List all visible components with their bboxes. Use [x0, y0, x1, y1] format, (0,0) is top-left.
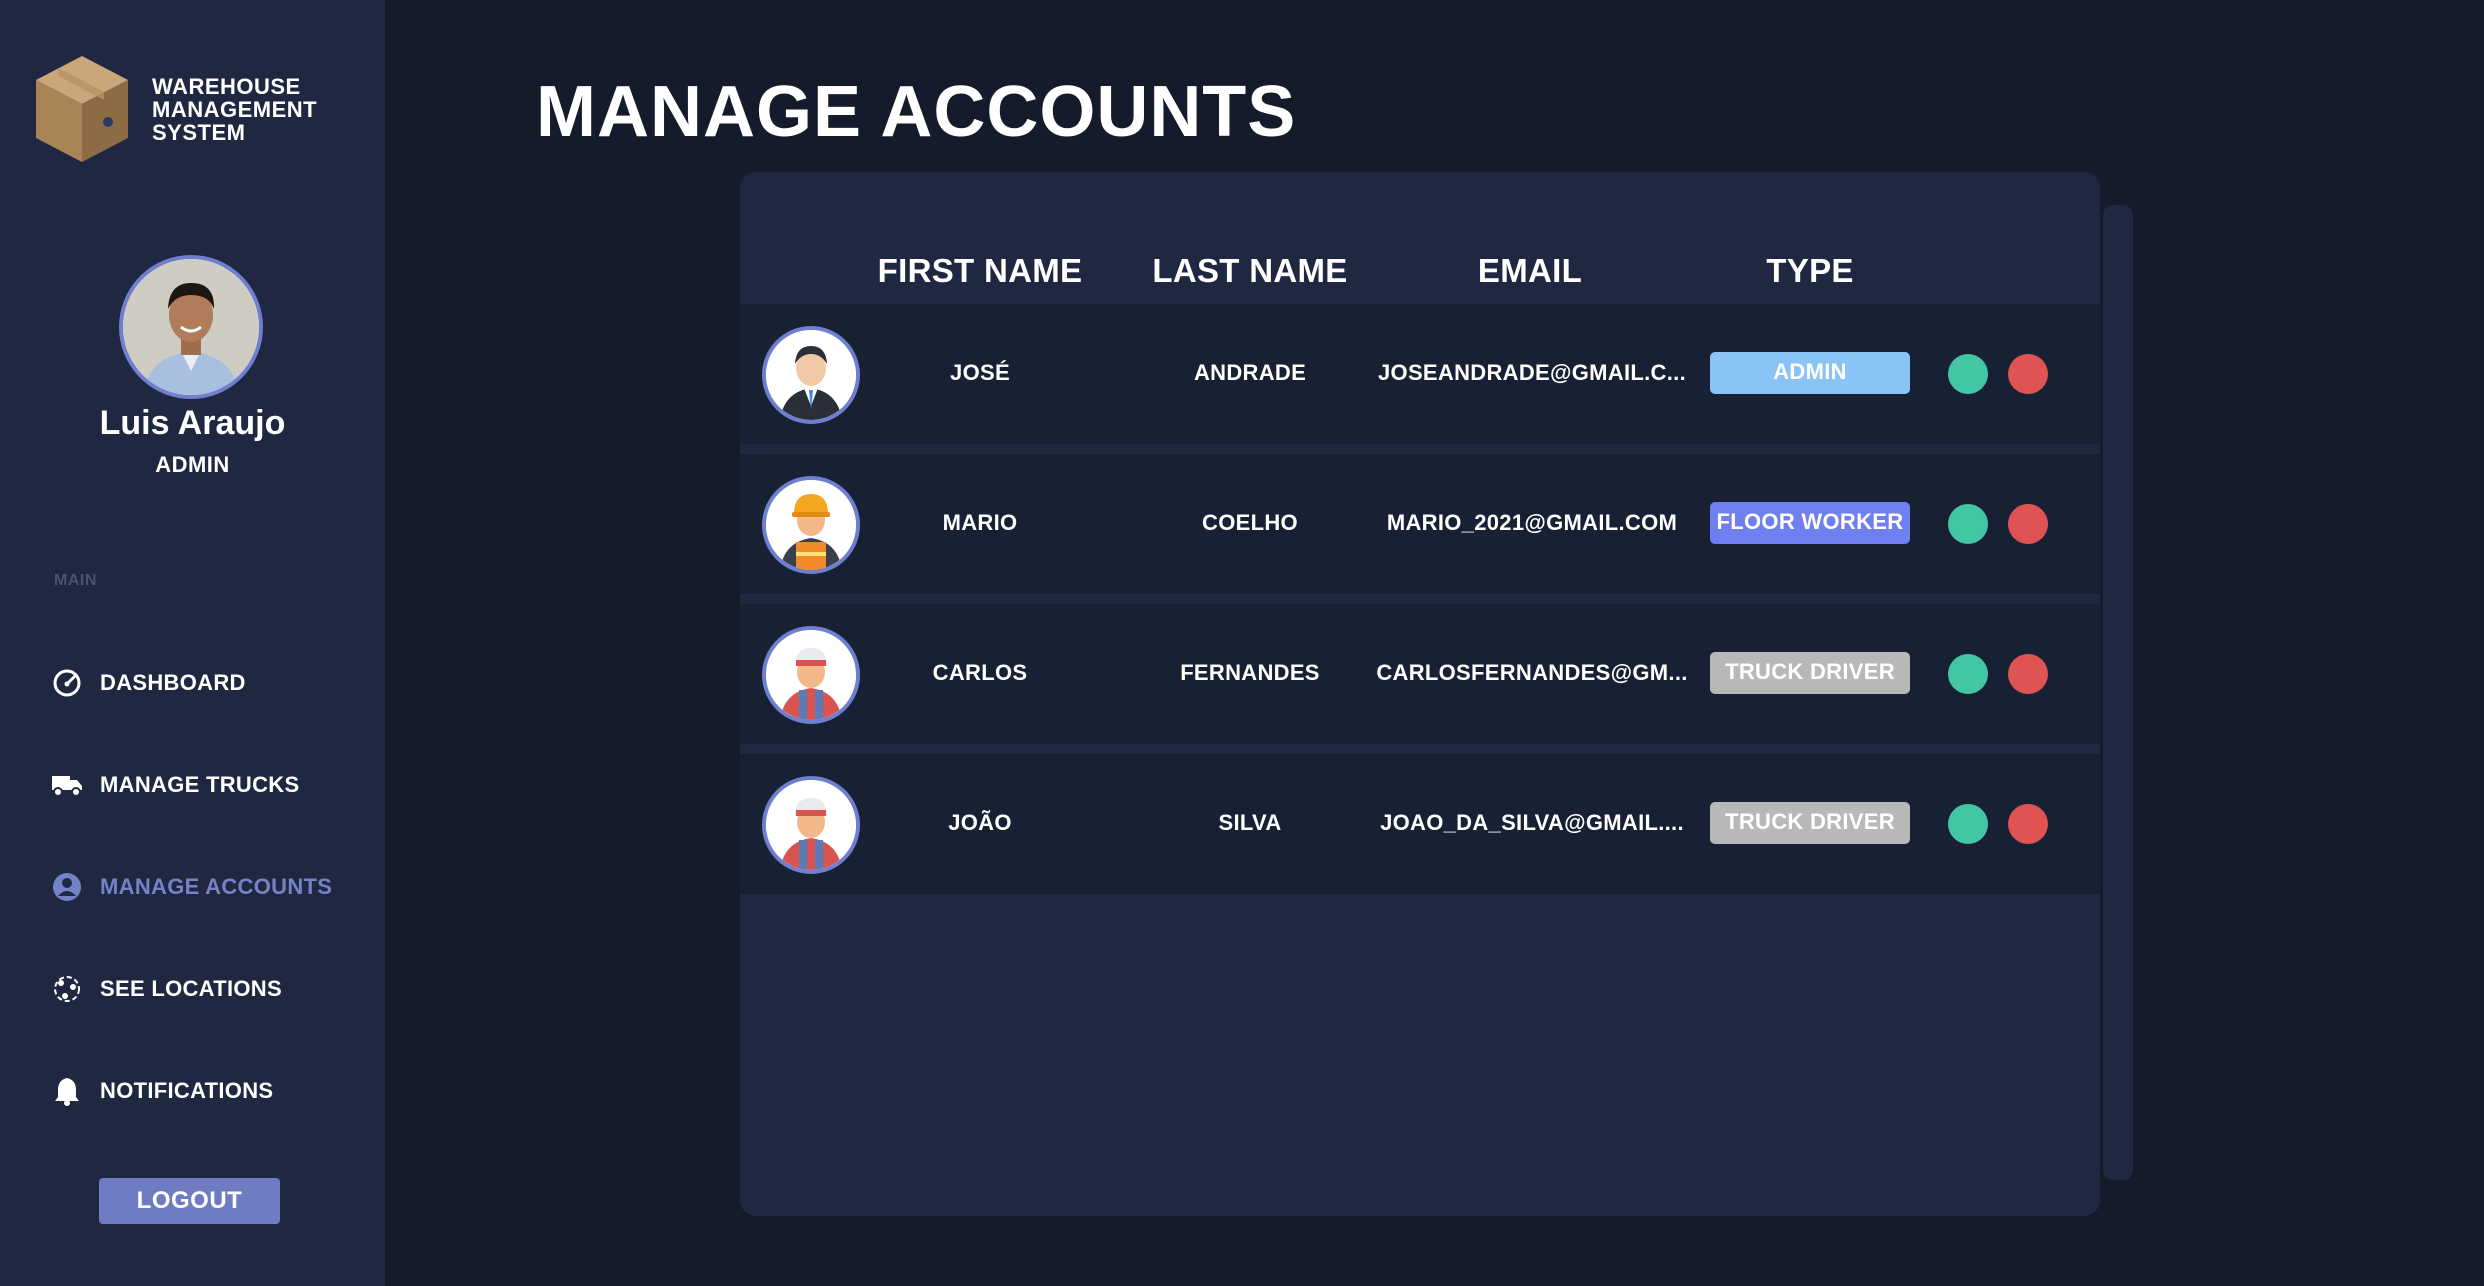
nav-section-label: MAIN [54, 572, 97, 589]
type-badge: TRUCK DRIVER [1710, 652, 1910, 694]
sidebar-item-manage-accounts[interactable]: MANAGE ACCOUNTS [50, 870, 332, 904]
delete-account-button[interactable] [2008, 804, 2048, 844]
edit-account-button[interactable] [1948, 804, 1988, 844]
edit-account-button[interactable] [1948, 504, 1988, 544]
last-name-cell: ANDRADE [1193, 360, 1307, 385]
truck-driver-avatar [762, 626, 860, 724]
profile-photo-image [123, 259, 259, 395]
profile-name: Luis Araujo [99, 404, 286, 442]
sidebar-item-label: SEE LOCATIONS [100, 976, 282, 1001]
first-name-cell: JOÃO [948, 810, 1012, 835]
table-row[interactable]: JOÃO SILVA JOAO_DA_SILVA@GMAIL.... TRUCK… [740, 754, 2100, 894]
sidebar-item-notifications[interactable]: NOTIFICATIONS [50, 1074, 273, 1108]
column-header-type[interactable]: TYPE [1700, 252, 1920, 290]
profile-role: ADMIN [155, 452, 230, 477]
first-name-cell: CARLOS [932, 660, 1028, 685]
construction-worker-avatar [762, 476, 860, 574]
sidebar: WAREHOUSE MANAGEMENT SYSTEM Luis Araujo … [0, 0, 385, 1286]
last-name-cell: SILVA [1218, 810, 1282, 835]
email-cell: JOAO_DA_SILVA@GMAIL.... [1380, 810, 1684, 835]
first-name-cell: JOSÉ [950, 360, 1010, 385]
table-row[interactable]: JOSÉ ANDRADE JOSEANDRADE@GMAIL.C... ADMI… [740, 304, 2100, 444]
email-cell: JOSEANDRADE@GMAIL.C... [1378, 360, 1686, 385]
edit-account-button[interactable] [1948, 654, 1988, 694]
email-cell: CARLOSFERNANDES@GM... [1376, 660, 1688, 685]
map-locations-icon [50, 972, 84, 1006]
type-badge: TRUCK DRIVER [1710, 802, 1910, 844]
first-name-cell: MARIO [942, 510, 1018, 535]
sidebar-item-manage-trucks[interactable]: MANAGE TRUCKS [50, 768, 299, 802]
column-header-last-name[interactable]: LAST NAME [1120, 252, 1380, 290]
bell-icon [50, 1074, 84, 1108]
brand-line-2: MANAGEMENT [152, 96, 318, 122]
truck-driver-avatar [762, 776, 860, 874]
brand[interactable]: WAREHOUSE MANAGEMENT SYSTEM [32, 54, 352, 164]
edit-account-button[interactable] [1948, 354, 1988, 394]
table-row[interactable]: MARIO COELHO MARIO_2021@GMAIL.COM FLOOR … [740, 454, 2100, 594]
sidebar-item-label: DASHBOARD [100, 670, 246, 695]
sidebar-item-label: MANAGE TRUCKS [100, 772, 300, 797]
page-title: MANAGE ACCOUNTS [536, 72, 1297, 152]
type-badge: FLOOR WORKER [1710, 502, 1910, 544]
sidebar-item-see-locations[interactable]: SEE LOCATIONS [50, 972, 282, 1006]
table-scrollbar[interactable] [2103, 205, 2133, 1180]
box-logo-icon [36, 56, 128, 162]
businessman-avatar [762, 326, 860, 424]
table-row[interactable]: CARLOS FERNANDES CARLOSFERNANDES@GM... T… [740, 604, 2100, 744]
logout-button[interactable]: LOGOUT [99, 1178, 280, 1224]
brand-line-1: WAREHOUSE [152, 73, 301, 99]
column-header-first-name[interactable]: FIRST NAME [850, 252, 1110, 290]
accounts-table: FIRST NAME LAST NAME EMAIL TYPE JOSÉ AND… [740, 172, 2100, 1216]
brand-line-3: SYSTEM [152, 119, 246, 145]
sidebar-item-dashboard[interactable]: DASHBOARD [50, 666, 246, 700]
user-circle-icon [50, 870, 84, 904]
last-name-cell: COELHO [1202, 510, 1298, 535]
delete-account-button[interactable] [2008, 654, 2048, 694]
truck-icon [50, 768, 84, 802]
last-name-cell: FERNANDES [1180, 660, 1320, 685]
brand-name: WAREHOUSE MANAGEMENT SYSTEM [152, 75, 352, 144]
profile-avatar[interactable] [119, 255, 263, 399]
email-cell: MARIO_2021@GMAIL.COM [1386, 510, 1678, 535]
delete-account-button[interactable] [2008, 504, 2048, 544]
sidebar-item-label: NOTIFICATIONS [100, 1078, 274, 1103]
sidebar-item-label: MANAGE ACCOUNTS [100, 874, 333, 899]
column-header-email[interactable]: EMAIL [1405, 252, 1655, 290]
speedometer-icon [50, 666, 84, 700]
type-badge: ADMIN [1710, 352, 1910, 394]
delete-account-button[interactable] [2008, 354, 2048, 394]
